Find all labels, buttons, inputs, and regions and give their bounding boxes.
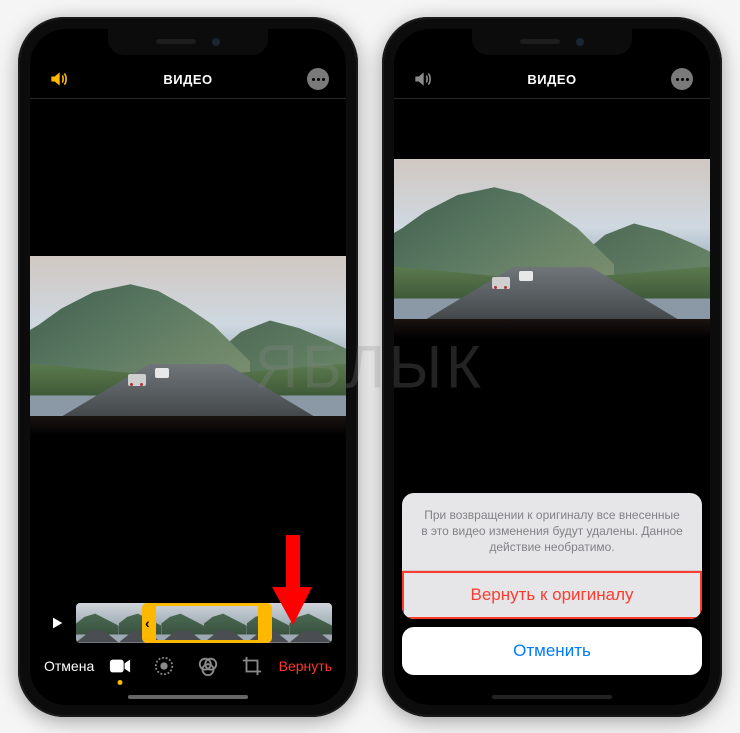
video-timeline[interactable]: ‹›: [76, 603, 332, 643]
home-indicator[interactable]: [128, 695, 248, 699]
play-button[interactable]: [44, 607, 70, 639]
home-indicator[interactable]: [492, 695, 612, 699]
crop-tool-icon[interactable]: [241, 655, 263, 677]
header-title: ВИДЕО: [527, 72, 576, 87]
volume-icon[interactable]: [44, 65, 72, 93]
revert-button[interactable]: Вернуть: [279, 658, 332, 674]
action-sheet-cancel-button[interactable]: Отменить: [402, 627, 702, 675]
filters-tool-icon[interactable]: [197, 655, 219, 677]
cancel-button[interactable]: Отмена: [44, 658, 94, 674]
video-preview[interactable]: [30, 99, 346, 593]
more-icon[interactable]: [668, 65, 696, 93]
volume-icon[interactable]: [408, 65, 436, 93]
device-notch: [472, 29, 632, 55]
timeline-row: ‹›: [30, 593, 346, 647]
phone-mockup-right: ВИДЕО При возвращении к оригиналу все вн…: [382, 17, 722, 717]
video-tool-icon[interactable]: [109, 655, 131, 677]
action-sheet: При возвращении к оригиналу все внесенны…: [394, 485, 710, 705]
video-preview[interactable]: [394, 159, 710, 339]
phone-mockup-left: ВИДЕО: [18, 17, 358, 717]
action-sheet-message: При возвращении к оригиналу все внесенны…: [402, 493, 702, 571]
video-frame: [394, 159, 710, 339]
video-frame: [30, 256, 346, 436]
device-notch: [108, 29, 268, 55]
revert-to-original-button[interactable]: Вернуть к оригиналу: [402, 571, 702, 619]
more-icon[interactable]: [304, 65, 332, 93]
header-title: ВИДЕО: [163, 72, 212, 87]
adjust-tool-icon[interactable]: [153, 655, 175, 677]
